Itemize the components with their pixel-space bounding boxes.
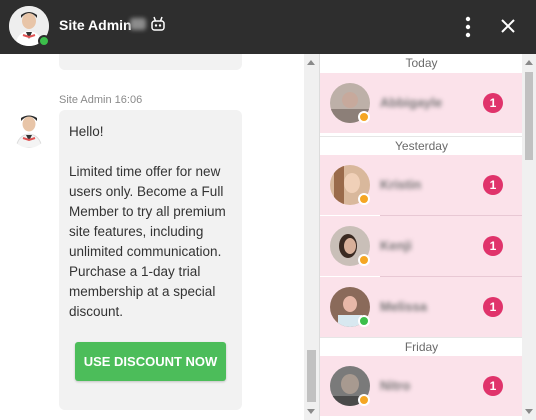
previous-message-bubble xyxy=(59,54,242,70)
contact-item[interactable]: Abbigayle 1 xyxy=(320,73,522,133)
unread-badge: 1 xyxy=(483,93,503,113)
message-body: Limited time offer for new users only. B… xyxy=(69,164,226,319)
section-header-friday: Friday xyxy=(320,337,522,355)
chat-scrollbar[interactable] xyxy=(304,54,319,420)
contact-name: Kenji xyxy=(380,238,412,253)
message-sender-avatar[interactable] xyxy=(10,110,48,148)
scrollbar-thumb[interactable] xyxy=(525,72,533,160)
scrollbar-thumb[interactable] xyxy=(307,350,316,402)
contact-name: Melissa xyxy=(380,299,427,314)
online-status-dot xyxy=(38,35,50,47)
more-vertical-icon[interactable] xyxy=(464,15,472,39)
status-dot xyxy=(358,111,370,123)
contact-item[interactable]: Kristin 1 xyxy=(320,155,522,215)
message-meta: Site Admin 16:06 xyxy=(59,94,142,106)
contact-list: Today Abbigayle 1 Yesterday Kristin 1 Ke… xyxy=(319,54,522,420)
status-dot xyxy=(358,254,370,266)
message-greeting: Hello! xyxy=(69,124,104,139)
section-header-yesterday: Yesterday xyxy=(320,136,522,154)
unread-badge: 1 xyxy=(483,175,503,195)
contact-name: Nitro xyxy=(380,378,411,393)
section-header-today: Today xyxy=(320,54,522,72)
age-label xyxy=(130,18,146,30)
status-dot xyxy=(358,315,370,327)
robot-icon xyxy=(151,16,165,31)
contact-name: Abbigayle xyxy=(380,95,443,110)
contact-item[interactable]: Nitro 1 xyxy=(320,356,522,416)
scroll-down-arrow-icon[interactable] xyxy=(307,409,315,414)
contact-list-scrollbar[interactable] xyxy=(522,54,536,420)
scroll-down-arrow-icon[interactable] xyxy=(524,409,533,414)
chat-messages-pane[interactable]: Site Admin 16:06 Hello! Limited time off… xyxy=(0,54,304,420)
unread-badge: 1 xyxy=(483,236,503,256)
scroll-up-arrow-icon[interactable] xyxy=(524,60,533,65)
chat-header: Site Admin xyxy=(0,0,536,54)
contact-item[interactable]: Melissa 1 xyxy=(320,277,522,337)
contact-item[interactable]: Kenji 1 xyxy=(320,216,522,276)
message-sender: Site Admin xyxy=(59,94,112,106)
scroll-up-arrow-icon[interactable] xyxy=(307,60,315,65)
unread-badge: 1 xyxy=(483,297,503,317)
use-discount-button[interactable]: USE DISCOUNT NOW xyxy=(75,342,226,381)
contact-name: Kristin xyxy=(380,177,422,192)
message-time: 16:06 xyxy=(114,94,143,106)
close-icon[interactable] xyxy=(500,18,516,34)
status-dot xyxy=(358,193,370,205)
header-avatar[interactable] xyxy=(9,6,50,47)
header-title: Site Admin xyxy=(59,17,132,33)
status-dot xyxy=(358,394,370,406)
unread-badge: 1 xyxy=(483,376,503,396)
message-bubble: Hello! Limited time offer for new users … xyxy=(59,110,242,410)
